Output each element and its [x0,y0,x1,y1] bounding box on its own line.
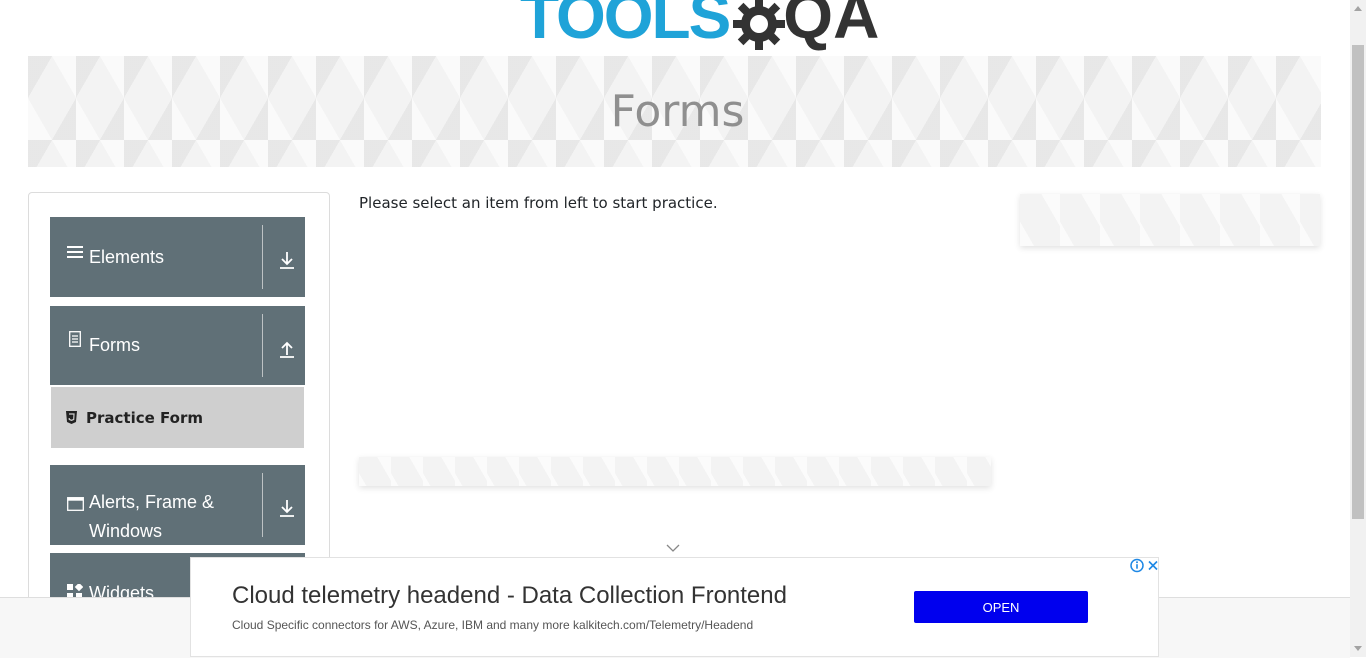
vertical-scrollbar[interactable] [1350,0,1366,657]
scroll-down-arrow-icon[interactable] [1354,646,1362,651]
collapse-icon[interactable] [277,338,297,360]
scroll-up-arrow-icon[interactable] [1354,6,1362,11]
ad-placeholder-right[interactable] [1020,194,1320,246]
ad-placeholder-center[interactable] [359,457,991,486]
toolsqa-logo[interactable]: TOOLS QA [520,0,880,52]
ad-banner[interactable]: Cloud telemetry headend - Data Collectio… [190,557,1159,657]
sidebar-group-alerts-frame-windows[interactable]: Alerts, Frame & Windows [50,465,305,545]
sidebar-group-label: Forms [89,335,140,355]
sidebar-group-label: Alerts, Frame & Windows [89,492,215,541]
expand-icon[interactable] [277,497,297,519]
chevron-down-icon[interactable] [666,543,680,553]
sidebar-item-label: Practice Form [86,408,203,427]
instruction-text: Please select an item from left to start… [359,194,718,212]
sidebar-item-practice-form[interactable]: Practice Form [51,387,304,448]
divider [262,225,263,289]
ad-title[interactable]: Cloud telemetry headend - Data Collectio… [232,582,787,610]
logo-accent-text: QA [783,0,880,52]
ad-open-button[interactable]: OPEN [914,591,1088,623]
ad-subtitle[interactable]: Cloud Specific connectors for AWS, Azure… [232,618,753,632]
page-banner: Forms [28,56,1321,167]
info-icon[interactable] [1129,558,1145,573]
expand-icon[interactable] [277,249,297,271]
scrollbar-thumb[interactable] [1352,45,1364,519]
html5-icon [66,411,78,424]
divider [262,473,263,537]
gear-icon [733,0,786,50]
divider [262,314,263,377]
logo-text: TOOLS [520,0,731,52]
page-title: Forms [610,86,745,137]
sidebar-group-label: Elements [89,247,165,267]
window-icon [66,497,84,511]
document-icon [66,331,84,347]
sidebar-group-elements[interactable]: Elements [50,217,305,297]
list-icon [66,243,84,259]
sidebar-group-forms[interactable]: Forms [50,306,305,385]
close-icon[interactable] [1146,558,1160,573]
